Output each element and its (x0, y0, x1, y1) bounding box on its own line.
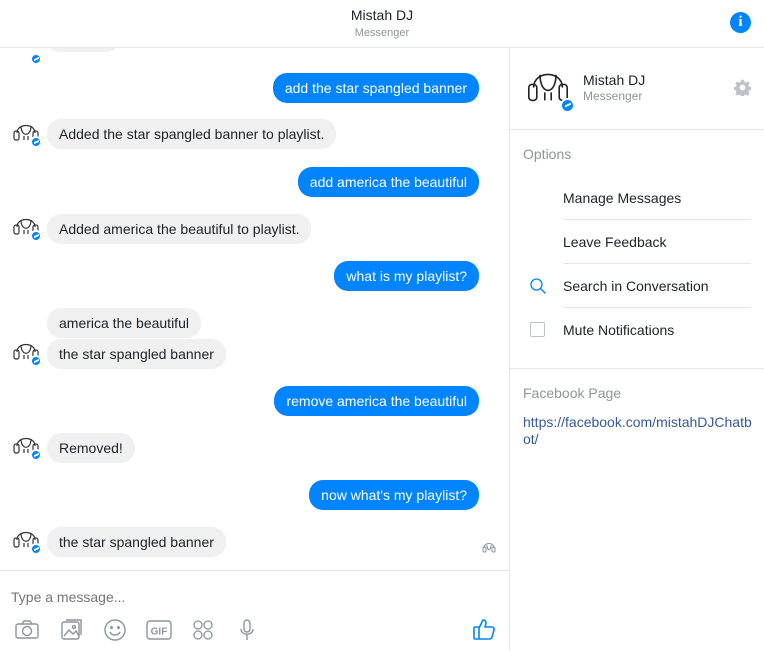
outgoing-message: add america the beautiful (297, 167, 479, 197)
partial-message-bubble (47, 48, 119, 52)
messenger-badge-icon (30, 230, 42, 242)
message-list[interactable]: add the star spangled banner Added the s… (0, 48, 510, 570)
profile-header: Mistah DJ Messenger (510, 48, 764, 130)
search-icon (530, 278, 546, 294)
outgoing-message: remove america the beautiful (274, 386, 479, 416)
conversation-info-panel: Mistah DJ Messenger Options Manage Messa… (510, 48, 764, 651)
gear-icon[interactable] (734, 79, 751, 96)
manage-messages-option[interactable]: Manage Messages (563, 176, 751, 220)
image-icon[interactable] (58, 618, 84, 642)
conversation-header: Mistah DJ Messenger i (0, 0, 764, 48)
bot-avatar (11, 430, 42, 461)
profile-subtitle: Messenger (583, 89, 643, 103)
options-heading: Options (523, 146, 572, 162)
profile-name: Mistah DJ (583, 72, 646, 88)
outgoing-message: add the star spangled banner (272, 73, 479, 103)
info-icon[interactable]: i (730, 12, 751, 33)
messenger-badge-icon (30, 355, 42, 367)
bot-avatar (11, 117, 42, 148)
bot-avatar (11, 336, 42, 367)
incoming-message: Added america the beautiful to playlist. (47, 214, 312, 244)
bot-avatar (11, 524, 42, 555)
messenger-badge-icon (30, 449, 42, 461)
header-title: Mistah DJ (350, 7, 414, 23)
leave-feedback-option[interactable]: Leave Feedback (563, 220, 751, 264)
svg-text:GIF: GIF (151, 627, 168, 638)
gif-icon[interactable]: GIF (146, 618, 172, 642)
thumbs-up-icon[interactable] (472, 617, 496, 641)
incoming-message: Added the star spangled banner to playli… (47, 119, 337, 149)
search-in-conversation-option[interactable]: Search in Conversation (563, 264, 751, 308)
outgoing-message: now what's my playlist? (309, 480, 479, 510)
bot-avatar (11, 211, 42, 242)
message-input[interactable] (11, 589, 451, 605)
header-subtitle: Messenger (354, 27, 410, 39)
read-receipt-icon (482, 543, 496, 553)
camera-icon[interactable] (14, 618, 40, 642)
facebook-page-link[interactable]: https://facebook.com/mistahDJChatbot/ (523, 414, 753, 448)
section-divider (510, 368, 764, 369)
bot-avatar (11, 48, 42, 65)
incoming-message: the star spangled banner (47, 527, 226, 557)
messenger-badge-icon (30, 136, 42, 148)
emoji-icon[interactable] (102, 618, 128, 642)
incoming-message: america the beautiful (47, 308, 201, 338)
microphone-icon[interactable] (234, 618, 260, 642)
facebook-page-heading: Facebook Page (523, 385, 622, 401)
messenger-badge-icon (560, 98, 575, 113)
mute-notifications-option[interactable]: Mute Notifications (563, 308, 751, 352)
incoming-message: Removed! (47, 433, 135, 463)
outgoing-message: what is my playlist? (334, 261, 479, 291)
message-composer: GIF (0, 570, 509, 651)
stickers-icon[interactable] (190, 618, 216, 642)
incoming-message: the star spangled banner (47, 339, 226, 369)
messenger-badge-icon (30, 53, 42, 65)
messenger-badge-icon (30, 543, 42, 555)
mute-notifications-checkbox[interactable] (530, 322, 545, 337)
